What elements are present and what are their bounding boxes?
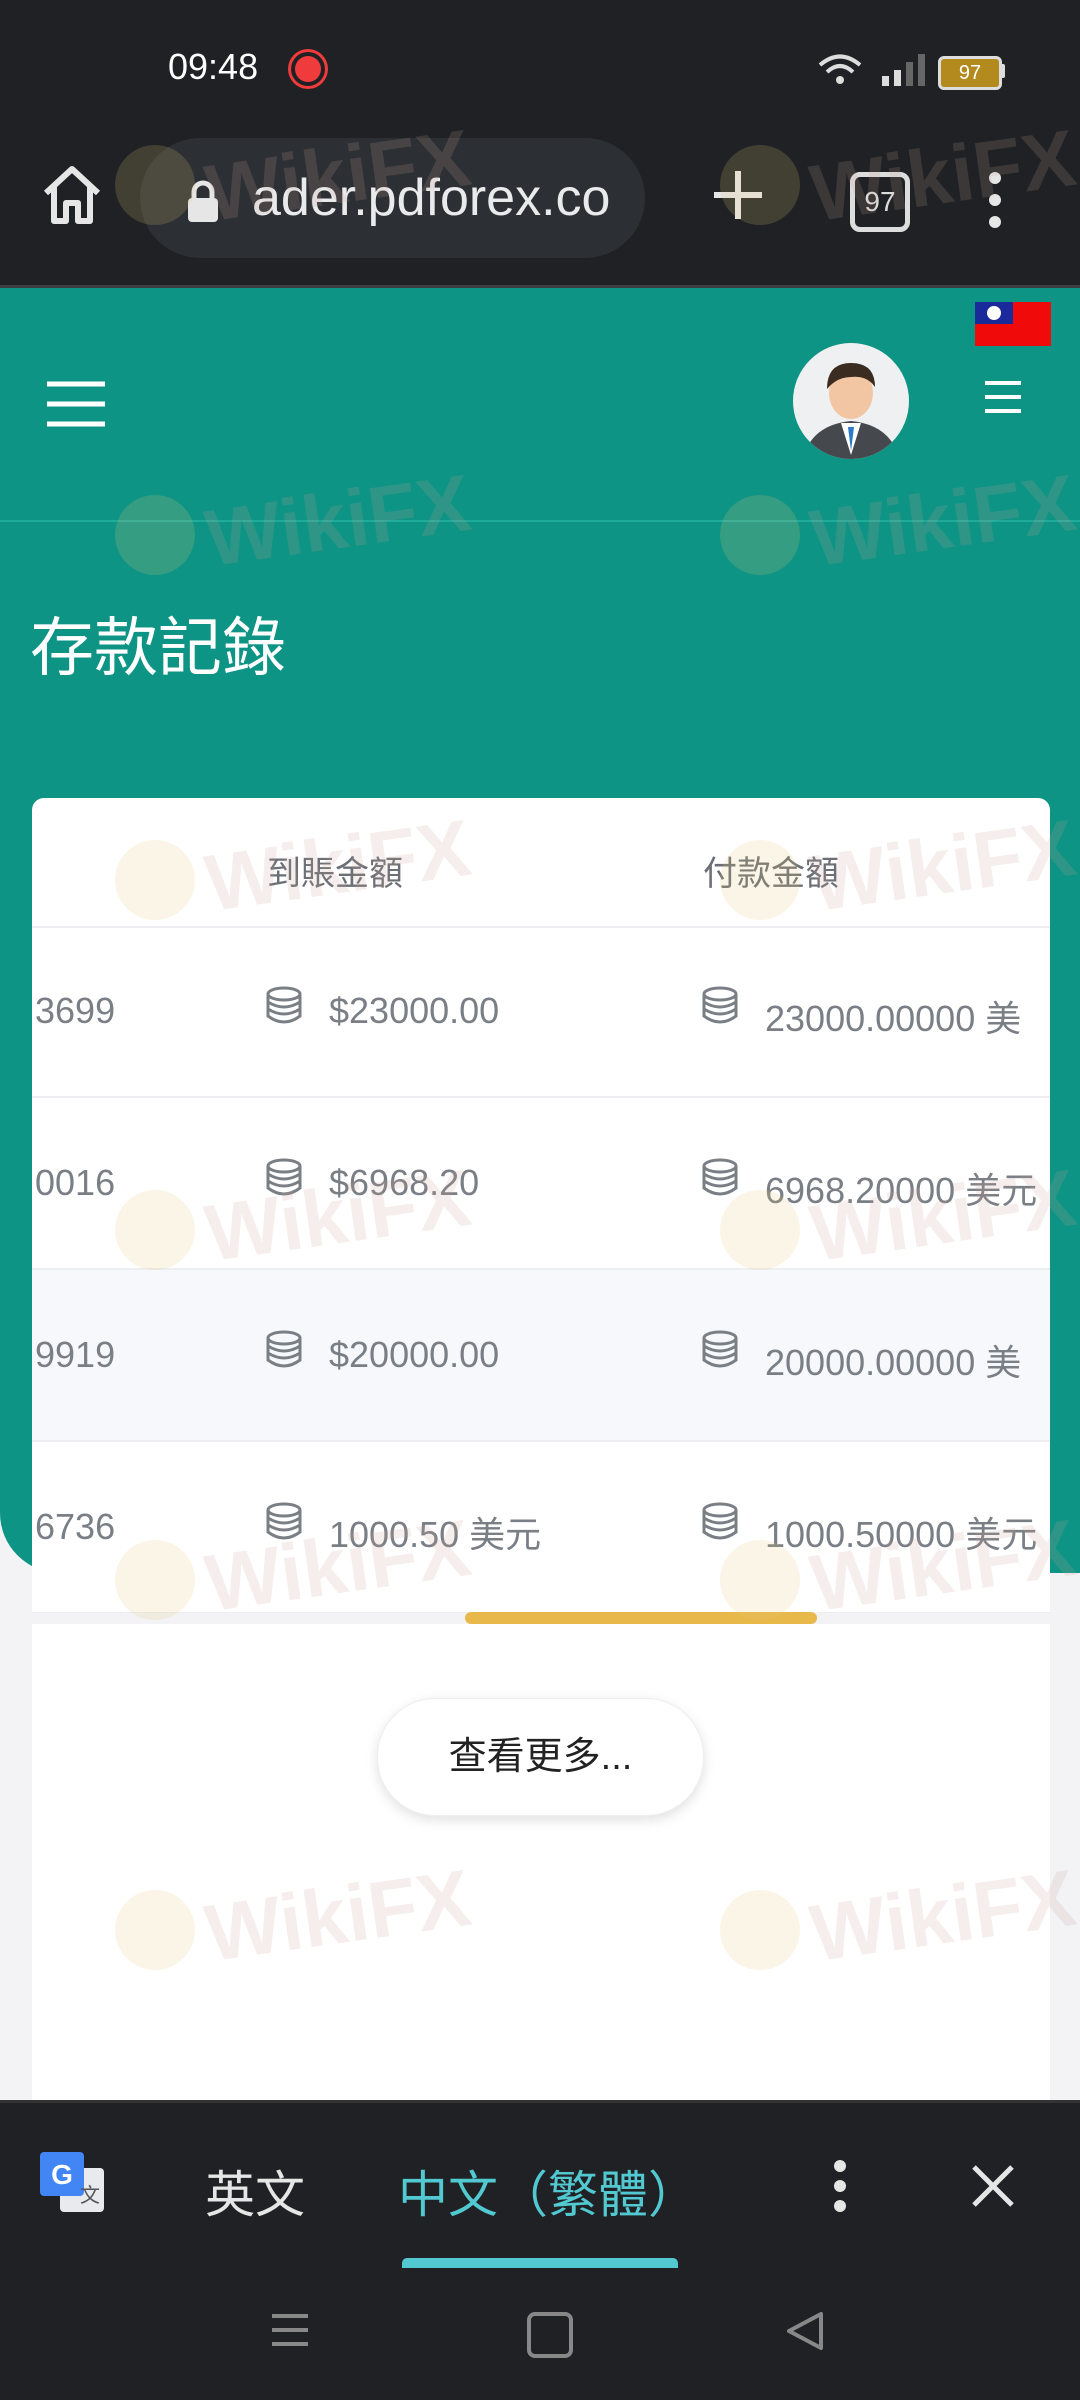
flag-sun-icon [987,306,1001,320]
coins-icon [702,1502,738,1540]
table-row[interactable]: 9919 $20000.00 20000.00000 美 [32,1270,1050,1442]
content-area [32,1624,1050,2104]
watermark-logo [115,1190,195,1270]
view-more-button[interactable]: 查看更多... [377,1698,704,1816]
watermark-logo [720,1540,800,1620]
paid-amount: 20000.00000 美 [765,1342,1022,1383]
close-icon[interactable] [970,2163,1016,2209]
watermark-logo [720,145,800,225]
options-menu-icon[interactable] [983,380,1023,414]
watermark-logo [720,1890,800,1970]
watermark-logo [720,495,800,575]
svg-text:G: G [51,2159,73,2190]
home-icon[interactable] [40,163,104,227]
source-language-option[interactable]: 英文 [205,2155,305,2227]
coins-icon [702,1158,738,1196]
avatar-icon [803,363,899,459]
battery-indicator: 97 [938,56,1002,90]
row-id: 9919 [35,1334,116,1375]
battery-tip [1000,64,1005,78]
recent-apps-icon[interactable] [270,2310,310,2350]
row-id: 6736 [35,1506,116,1547]
signal-icon [882,54,925,86]
watermark-logo [115,145,195,225]
watermark-logo [115,840,195,920]
watermark-logo [720,1190,800,1270]
watermark-logo [115,495,195,575]
table-row[interactable]: 3699 $23000.00 23000.00000 美 [32,926,1050,1098]
page-title: 存款記錄 [30,612,286,684]
row-id: 3699 [35,990,116,1031]
wifi-icon [818,54,862,84]
watermark-logo [115,1540,195,1620]
row-id: 0016 [35,1162,116,1203]
paid-amount: 23000.00000 美 [765,998,1022,1039]
received-amount: $23000.00 [329,990,500,1031]
home-nav-icon[interactable] [527,2312,573,2358]
watermark-logo [115,1890,195,1970]
watermark-logo [720,840,800,920]
svg-text:文: 文 [80,2183,100,2207]
active-language-indicator [402,2258,678,2268]
coins-icon [266,1330,302,1368]
received-amount: $20000.00 [329,1334,500,1375]
target-language-option[interactable]: 中文（繁體） [398,2155,698,2227]
translate-options-icon[interactable] [830,2158,850,2214]
coins-icon [702,986,738,1024]
back-icon[interactable] [785,2310,825,2352]
google-translate-icon[interactable]: G 文 [38,2150,108,2216]
user-avatar[interactable] [793,343,909,459]
recording-icon [295,56,321,82]
sidebar-menu-icon[interactable] [45,380,107,428]
coins-icon [702,1330,738,1368]
coins-icon [266,986,302,1024]
status-time: 09:48 [168,46,259,87]
